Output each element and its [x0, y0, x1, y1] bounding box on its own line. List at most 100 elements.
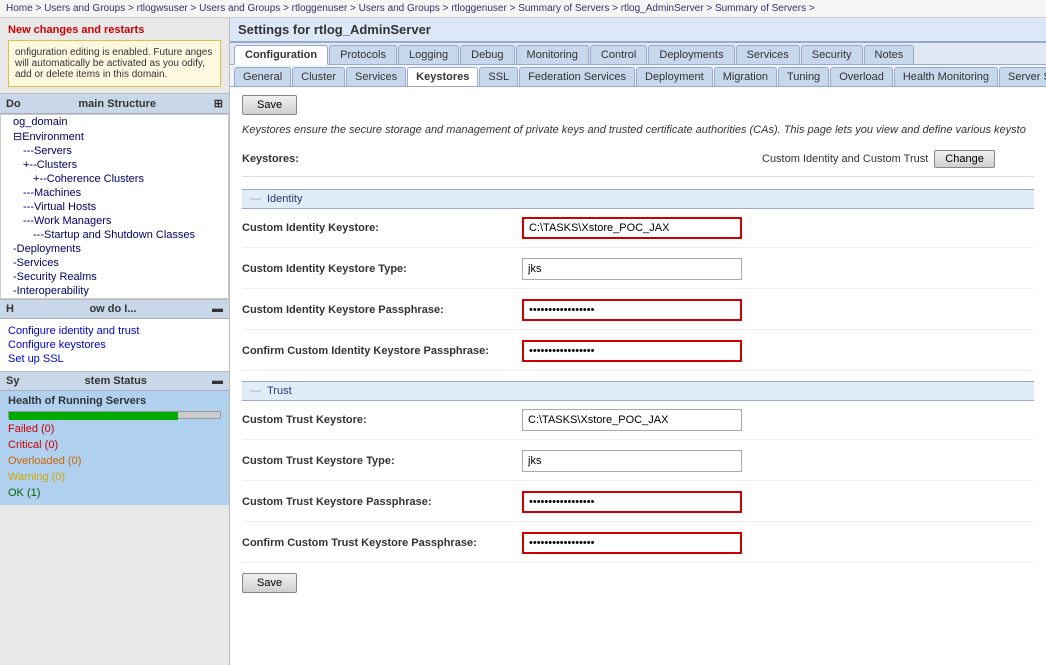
- tab-overload[interactable]: Overload: [830, 67, 893, 86]
- info-text: Keystores ensure the secure storage and …: [242, 123, 1034, 138]
- tab-keystores[interactable]: Keystores: [407, 67, 478, 87]
- tab-debug[interactable]: Debug: [460, 45, 514, 64]
- trust-keystore-label: Custom Trust Keystore:: [242, 414, 522, 426]
- domain-structure-title: Domain Structure ⊞: [0, 94, 229, 114]
- tree-item-virtual-hosts[interactable]: ---Virtual Hosts: [1, 200, 228, 214]
- tab-general[interactable]: General: [234, 67, 291, 86]
- form-row-identity-keystore-type: Custom Identity Keystore Type:: [242, 258, 1034, 289]
- tab-deployments[interactable]: Deployments: [648, 45, 734, 64]
- tab-deployment[interactable]: Deployment: [636, 67, 713, 86]
- tab-services[interactable]: Services: [346, 67, 406, 86]
- tab-security[interactable]: Security: [801, 45, 863, 64]
- sidebar: New changes and restarts onfiguration ed…: [0, 18, 230, 665]
- how-do-i-collapse[interactable]: ▬: [212, 303, 223, 315]
- status-bar-ok: [9, 412, 178, 420]
- identity-keystore-input[interactable]: [522, 217, 742, 239]
- identity-keystore-field-area: [522, 217, 1034, 239]
- trust-keystore-type-label: Custom Trust Keystore Type:: [242, 455, 522, 467]
- tab-services[interactable]: Services: [736, 45, 800, 64]
- tree-item-machines[interactable]: ---Machines: [1, 186, 228, 200]
- changes-body: onfiguration editing is enabled. Future …: [15, 47, 212, 80]
- form-row-identity-keystore: Custom Identity Keystore:: [242, 217, 1034, 248]
- expand-icon[interactable]: ⊞: [214, 97, 223, 110]
- domain-tree[interactable]: og_domain ⊟Environment ---Servers +--Clu…: [0, 114, 229, 299]
- trust-section-label: Trust: [267, 385, 292, 397]
- trust-keystore-input[interactable]: [522, 409, 742, 431]
- tree-item-interoperability[interactable]: -Interoperability: [1, 284, 228, 298]
- bottom-save-button-bar: Save: [242, 573, 1034, 593]
- health-label: Health of Running Servers: [8, 395, 221, 407]
- tree-item-environment[interactable]: ⊟Environment: [1, 129, 228, 144]
- status-warning-link[interactable]: Warning (0): [8, 471, 65, 483]
- tab-protocols[interactable]: Protocols: [329, 45, 397, 64]
- identity-keystore-type-input[interactable]: [522, 258, 742, 280]
- form-row-confirm-identity-passphrase: Confirm Custom Identity Keystore Passphr…: [242, 340, 1034, 371]
- status-overloaded-link[interactable]: Overloaded (0): [8, 455, 81, 467]
- identity-keystore-type-label: Custom Identity Keystore Type:: [242, 263, 522, 275]
- tab-ssl[interactable]: SSL: [479, 67, 518, 86]
- tab-tuning[interactable]: Tuning: [778, 67, 829, 86]
- tree-item-security-realms[interactable]: -Security Realms: [1, 270, 228, 284]
- info-body: Keystores ensure the secure storage and …: [242, 124, 1026, 136]
- status-ok: OK (1): [8, 485, 221, 501]
- how-do-i-title: How do I... ▬: [0, 300, 229, 319]
- tab-notes[interactable]: Notes: [864, 45, 915, 64]
- status-warning: Warning (0): [8, 469, 221, 485]
- tab-cluster[interactable]: Cluster: [292, 67, 345, 86]
- tab-control[interactable]: Control: [590, 45, 647, 64]
- tree-item-clusters[interactable]: +--Clusters: [1, 158, 228, 172]
- tab-server-s[interactable]: Server S: [999, 67, 1046, 86]
- tree-item-coherence[interactable]: +--Coherence Clusters: [1, 172, 228, 186]
- content-area: Settings for rtlog_AdminServer Configura…: [230, 18, 1046, 665]
- settings-header: Settings for rtlog_AdminServer: [230, 18, 1046, 43]
- tree-item-services[interactable]: -Services: [1, 256, 228, 270]
- keystores-value: Custom Identity and Custom Trust Change: [762, 150, 995, 168]
- trust-keystore-field-area: [522, 409, 1034, 431]
- app-container: Home > Users and Groups > rtlogwsuser > …: [0, 0, 1046, 665]
- trust-keystore-type-input[interactable]: [522, 450, 742, 472]
- tree-item-domain[interactable]: og_domain: [1, 115, 228, 129]
- change-button[interactable]: Change: [934, 150, 995, 168]
- system-status-content: Health of Running Servers Failed (0) Cri…: [0, 391, 229, 505]
- form-row-trust-keystore-type: Custom Trust Keystore Type:: [242, 450, 1034, 481]
- tree-item-startup[interactable]: ---Startup and Shutdown Classes: [1, 228, 228, 242]
- status-critical-link[interactable]: Critical (0): [8, 439, 58, 451]
- tab-migration[interactable]: Migration: [714, 67, 777, 86]
- status-ok-link[interactable]: OK (1): [8, 487, 40, 499]
- tab-monitoring[interactable]: Monitoring: [516, 45, 589, 64]
- tab-configuration[interactable]: Configuration: [234, 45, 328, 65]
- link-configure-identity[interactable]: Configure identity and trust: [8, 325, 221, 337]
- trust-passphrase-input[interactable]: [522, 491, 742, 513]
- domain-structure-section: Domain Structure ⊞ og_domain ⊟Environmen…: [0, 94, 229, 299]
- tab-federation-services[interactable]: Federation Services: [519, 67, 635, 86]
- confirm-trust-passphrase-input[interactable]: [522, 532, 742, 554]
- bottom-save-button[interactable]: Save: [242, 573, 297, 593]
- changes-text: onfiguration editing is enabled. Future …: [8, 40, 221, 87]
- tree-item-work-managers[interactable]: ---Work Managers: [1, 214, 228, 228]
- tree-item-deployments[interactable]: -Deployments: [1, 242, 228, 256]
- identity-section-header: Identity: [242, 189, 1034, 209]
- identity-passphrase-label: Custom Identity Keystore Passphrase:: [242, 304, 522, 316]
- confirm-trust-passphrase-field-area: [522, 532, 1034, 554]
- confirm-identity-passphrase-input[interactable]: [522, 340, 742, 362]
- form-row-trust-passphrase: Custom Trust Keystore Passphrase:: [242, 491, 1034, 522]
- changes-title: New changes and restarts: [8, 24, 221, 36]
- identity-passphrase-field-area: [522, 299, 1034, 321]
- confirm-identity-passphrase-label: Confirm Custom Identity Keystore Passphr…: [242, 345, 522, 357]
- second-tab-bar: General Cluster Services Keystores SSL F…: [230, 65, 1046, 87]
- status-bar: [8, 411, 221, 419]
- system-status-collapse[interactable]: ▬: [212, 375, 223, 387]
- trust-section-header: Trust: [242, 381, 1034, 401]
- tab-logging[interactable]: Logging: [398, 45, 459, 64]
- link-setup-ssl[interactable]: Set up SSL: [8, 353, 221, 365]
- status-failed-link[interactable]: Failed (0): [8, 423, 54, 435]
- status-overloaded: Overloaded (0): [8, 453, 221, 469]
- save-button[interactable]: Save: [242, 95, 297, 115]
- tab-health-monitoring[interactable]: Health Monitoring: [894, 67, 998, 86]
- identity-passphrase-input[interactable]: [522, 299, 742, 321]
- tree-item-servers[interactable]: ---Servers: [1, 144, 228, 158]
- confirm-identity-passphrase-field-area: [522, 340, 1034, 362]
- trust-passphrase-label: Custom Trust Keystore Passphrase:: [242, 496, 522, 508]
- keystores-label: Keystores:: [242, 153, 422, 165]
- link-configure-keystores[interactable]: Configure keystores: [8, 339, 221, 351]
